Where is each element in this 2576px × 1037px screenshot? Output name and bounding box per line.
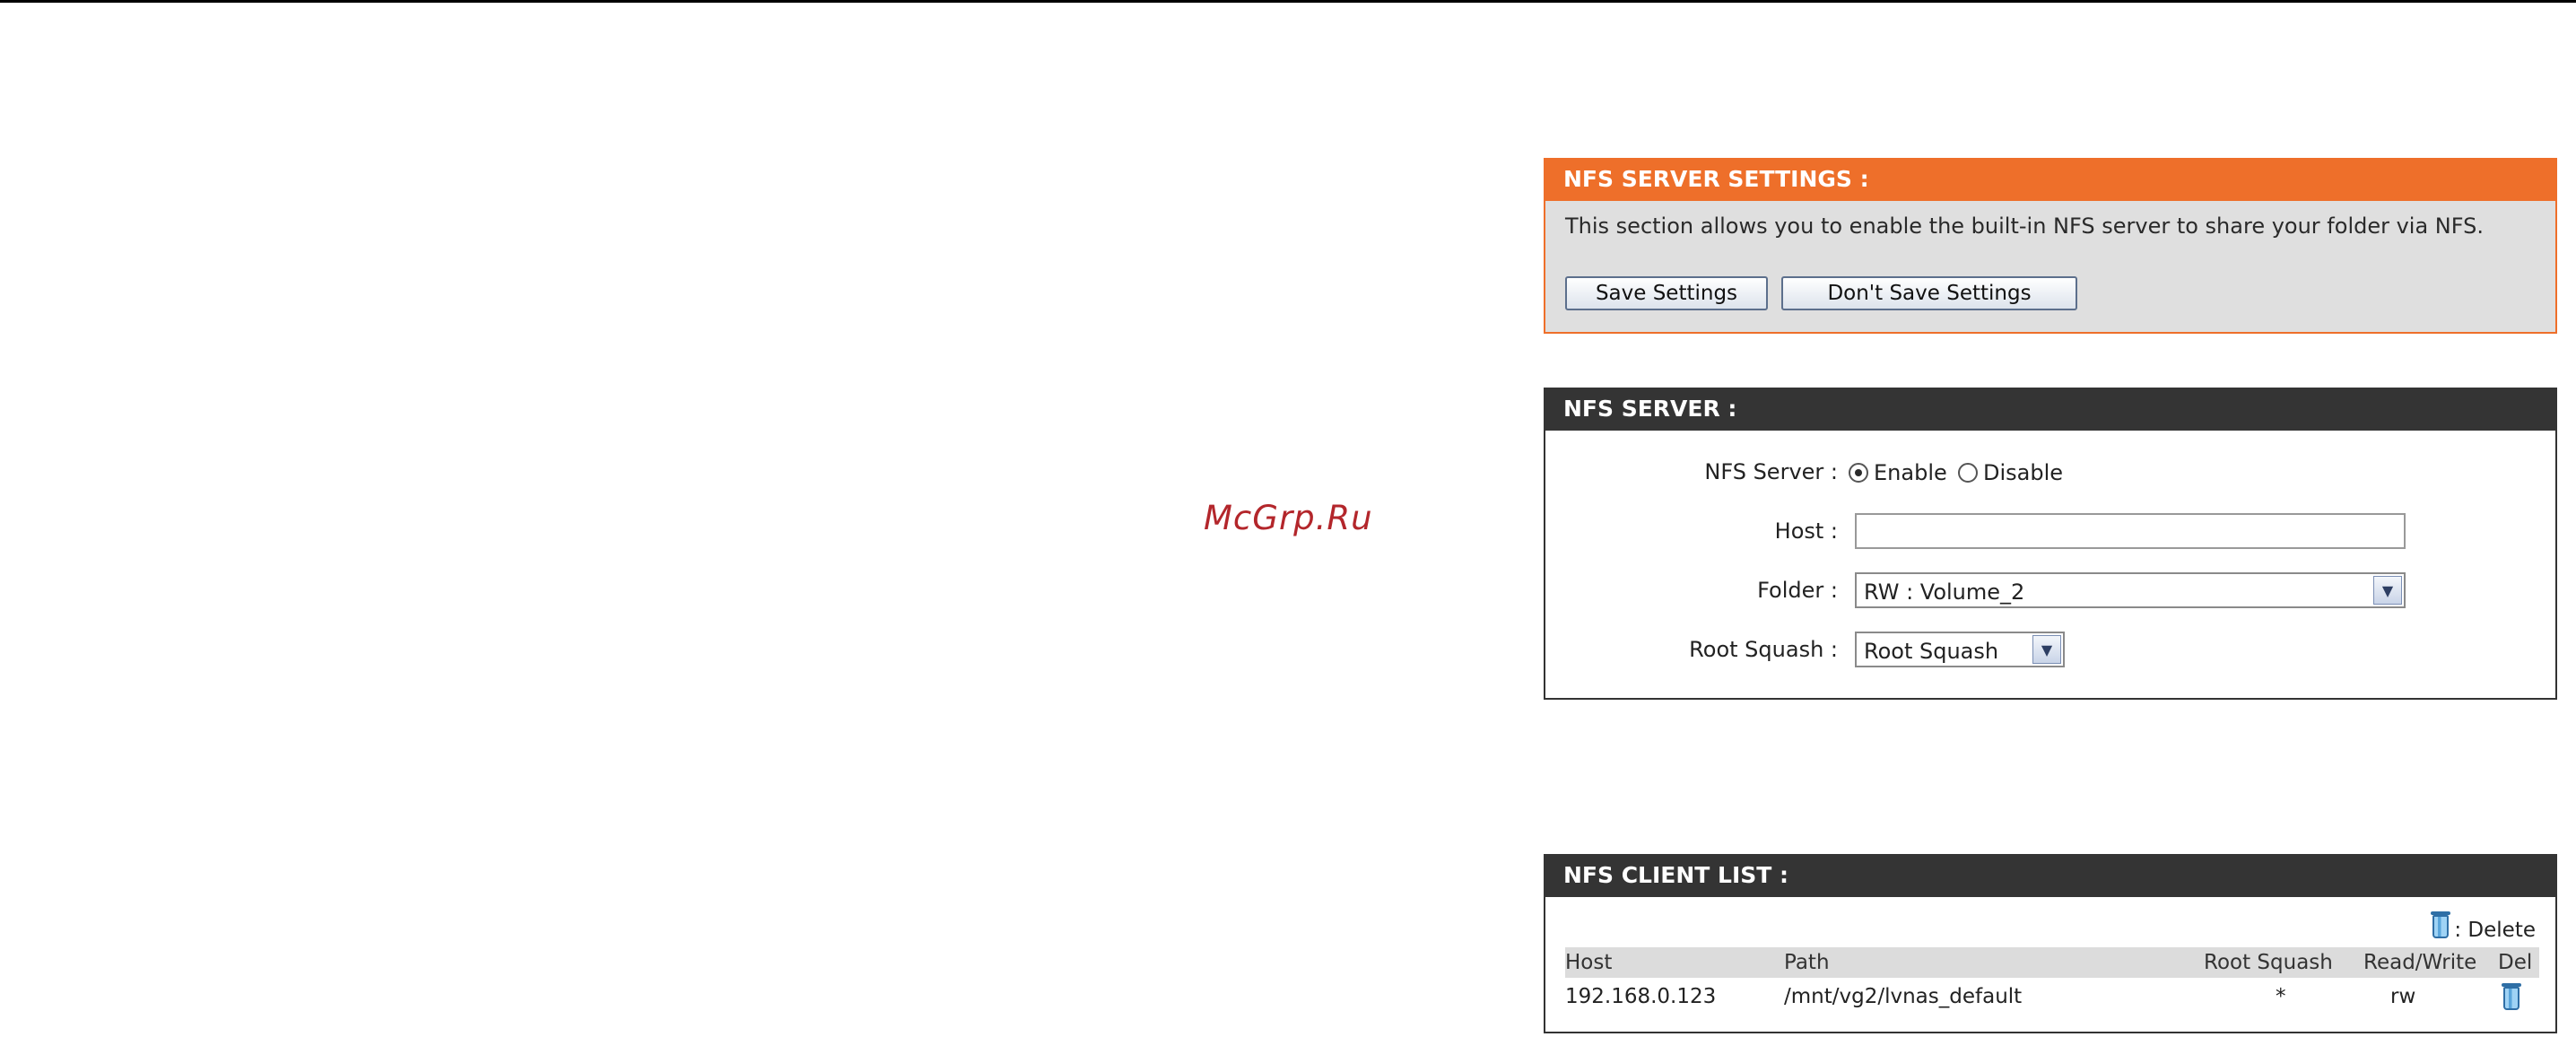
row-path: /mnt/vg2/lvnas_default	[1784, 985, 2023, 1008]
disable-radio[interactable]	[1958, 463, 1978, 483]
trash-icon	[2431, 911, 2450, 938]
enable-radio-label: Enable	[1874, 460, 1947, 485]
chevron-down-icon[interactable]: ▼	[2032, 635, 2061, 664]
save-settings-button[interactable]: Save Settings	[1565, 276, 1768, 310]
host-label: Host :	[1774, 518, 1838, 544]
column-del: Del	[2498, 951, 2533, 974]
client-list-title: NFS CLIENT LIST :	[1544, 854, 2557, 897]
top-rule	[0, 0, 2576, 3]
column-path: Path	[1784, 951, 1830, 974]
nfs-settings-panel: NFS SERVER SETTINGS : This section allow…	[1544, 158, 2557, 334]
row-host: 192.168.0.123	[1565, 985, 1717, 1008]
trash-icon[interactable]	[2502, 983, 2521, 1010]
settings-description: This section allows you to enable the bu…	[1565, 214, 2485, 239]
root-squash-label: Root Squash :	[1689, 637, 1838, 662]
disable-radio-label: Disable	[1983, 460, 2064, 485]
folder-select-value: RW : Volume_2	[1864, 580, 2025, 605]
host-input[interactable]	[1855, 513, 2406, 549]
server-panel-title: NFS SERVER :	[1544, 388, 2557, 431]
root-squash-select-value: Root Squash	[1864, 639, 1999, 664]
settings-panel-title: NFS SERVER SETTINGS :	[1544, 158, 2557, 201]
nfs-server-label: NFS Server :	[1704, 459, 1838, 484]
root-squash-select[interactable]: Root Squash ▼	[1855, 632, 2065, 667]
table-header: Host Path Root Squash Read/Write Del	[1565, 947, 2539, 978]
enable-radio[interactable]	[1849, 463, 1868, 483]
nfs-client-list-panel: NFS CLIENT LIST : : Delete Host Path Roo…	[1544, 854, 2557, 1033]
dont-save-settings-button[interactable]: Don't Save Settings	[1781, 276, 2077, 310]
column-root-squash: Root Squash	[2204, 951, 2333, 974]
row-root-squash: *	[2276, 985, 2286, 1008]
folder-select[interactable]: RW : Volume_2 ▼	[1855, 572, 2406, 608]
column-read-write: Read/Write	[2363, 951, 2477, 974]
chevron-down-icon[interactable]: ▼	[2373, 576, 2402, 605]
folder-label: Folder :	[1757, 578, 1838, 603]
delete-legend: : Delete	[2454, 919, 2536, 942]
row-read-write: rw	[2390, 985, 2416, 1008]
column-host: Host	[1565, 951, 1613, 974]
table-row: 192.168.0.123 /mnt/vg2/lvnas_default * r…	[1565, 980, 2539, 1014]
nfs-server-panel: NFS SERVER : NFS Server : Enable Disable…	[1544, 388, 2557, 700]
watermark: McGrp.Ru	[1204, 499, 1373, 537]
